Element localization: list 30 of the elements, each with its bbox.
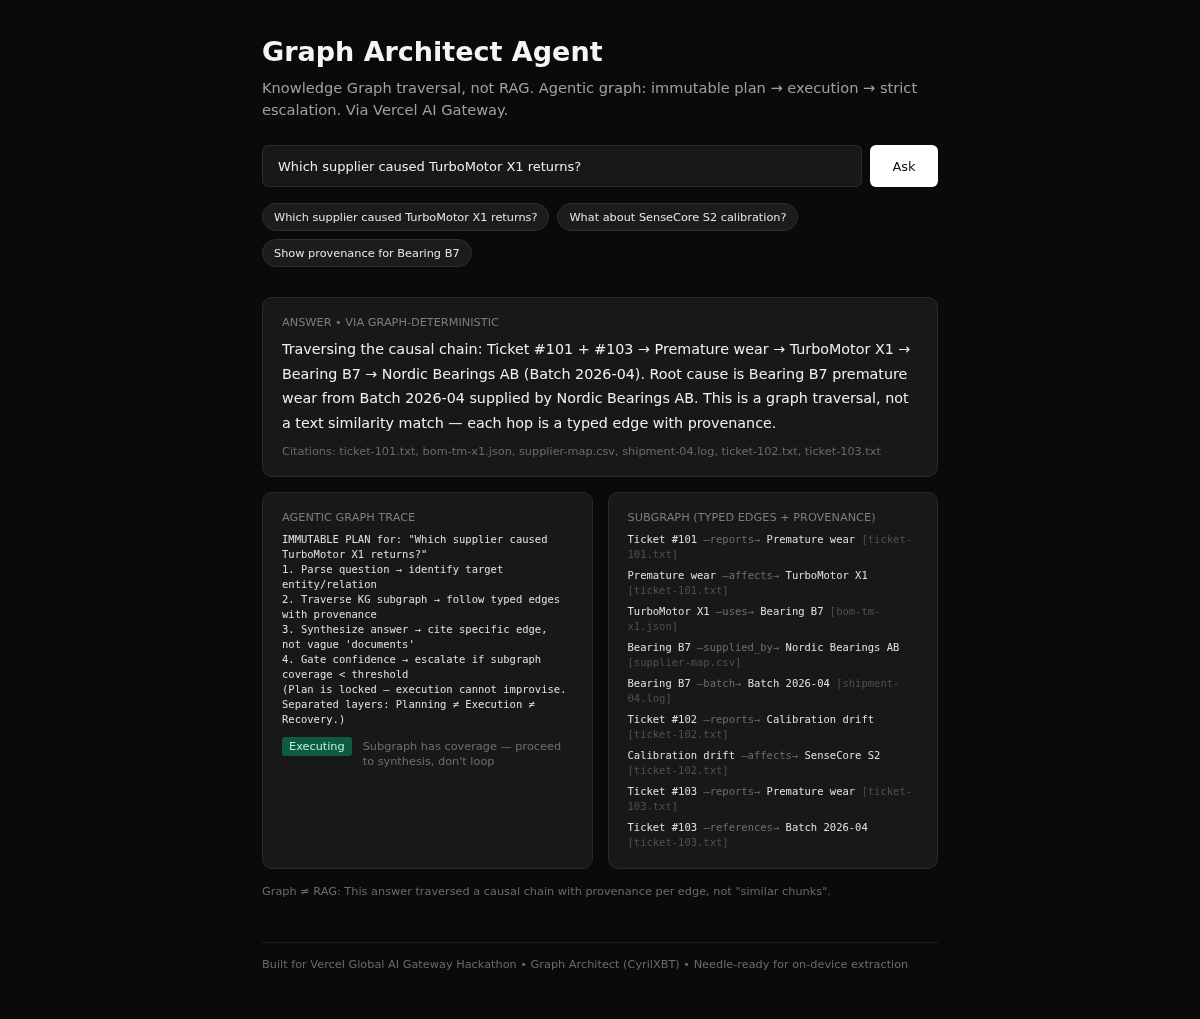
status-badge: Executing [282,737,352,756]
edge-line: Bearing B7 —supplied_by→ Nordic Bearings AB [supplier-map.csv] [627,640,901,670]
plan-line: IMMUTABLE PLAN for: "Which supplier caused TurboMotor X1 returns?" [282,532,549,562]
edge-line: Bearing B7 —batch→ Batch 2026-04 [shipment-04.log] [627,676,901,706]
edge-line: Ticket #103 —reports→ Premature wear [ticket-103.txt] [627,784,914,814]
citations-text: Citations: ticket-101.txt, bom-tm-x1.json, supplier-map.csv, shipment-04.log, ticket-102.txt, ticket-103.txt [282,445,882,458]
suggestion-chip[interactable]: Which supplier caused TurboMotor X1 returns? [262,203,550,231]
plan-line: 4. Gate confidence → escalate if subgraph coverage < threshold [282,652,543,682]
footnote-text: Graph ≠ RAG: This answer traversed a causal chain with provenance per edge, not "similar chunks". [262,885,832,898]
plan-line: 2. Traverse KG subgraph → follow typed edges with provenance [282,592,562,622]
page-title: Graph Architect Agent [262,36,604,67]
page-subtitle: Knowledge Graph traversal, not RAG. Agentic graph: immutable plan → execution → strict escalation. Via Vercel AI Gateway. [262,78,919,120]
suggestion-chip[interactable]: Show provenance for Bearing B7 [262,239,472,267]
answer-text: Traversing the causal chain: Ticket #101 + #103 → Premature wear → TurboMotor X1 → Bearing B7 → Nordic Bearings AB (Batch 2026-04). Root cause is Bearing B7 premature wear from Batch 2026-04 supplied by Nordic Bearings AB. This is a graph traversal, not a text similarity match — each hop is a typed edge with provenance. [282,340,912,433]
ask-button[interactable]: Ask [870,145,938,187]
trace-title: AGENTIC GRAPH TRACE [282,511,417,524]
plan-line: (Plan is locked — execution cannot improvise. Separated layers: Planning ≠ Execution ≠ Recovery.) [282,682,568,727]
answer-label: ANSWER • VIA GRAPH-DETERMINISTIC [282,316,500,329]
edge-line: Ticket #102 —reports→ Calibration drift [ticket-102.txt] [627,712,876,742]
footer-text: Built for Vercel Global AI Gateway Hackathon • Graph Architect (CyrilXBT) • Needle-ready for on-device extraction [262,958,910,971]
edge-line: Ticket #101 —reports→ Premature wear [ticket-101.txt] [627,532,914,562]
status-note: Subgraph has coverage — proceed to synthesis, don't loop [362,739,563,769]
edge-line: Ticket #103 —references→ Batch 2026-04 [ticket-103.txt] [627,820,869,850]
plan-line: 1. Parse question → identify target entity/relation [282,562,505,592]
plan-line: 3. Synthesize answer → cite specific edge, not vague 'documents' [282,622,549,652]
suggestion-chip[interactable]: What about SenseCore S2 calibration? [557,203,799,231]
edge-line: Calibration drift —affects→ SenseCore S2 [ticket-102.txt] [627,748,882,778]
subgraph-title: SUBGRAPH (TYPED EDGES + PROVENANCE) [627,511,877,524]
question-field[interactable]: Which supplier caused TurboMotor X1 returns? [262,145,862,187]
edge-line: Premature wear —affects→ TurboMotor X1 [ticket-101.txt] [627,568,869,598]
